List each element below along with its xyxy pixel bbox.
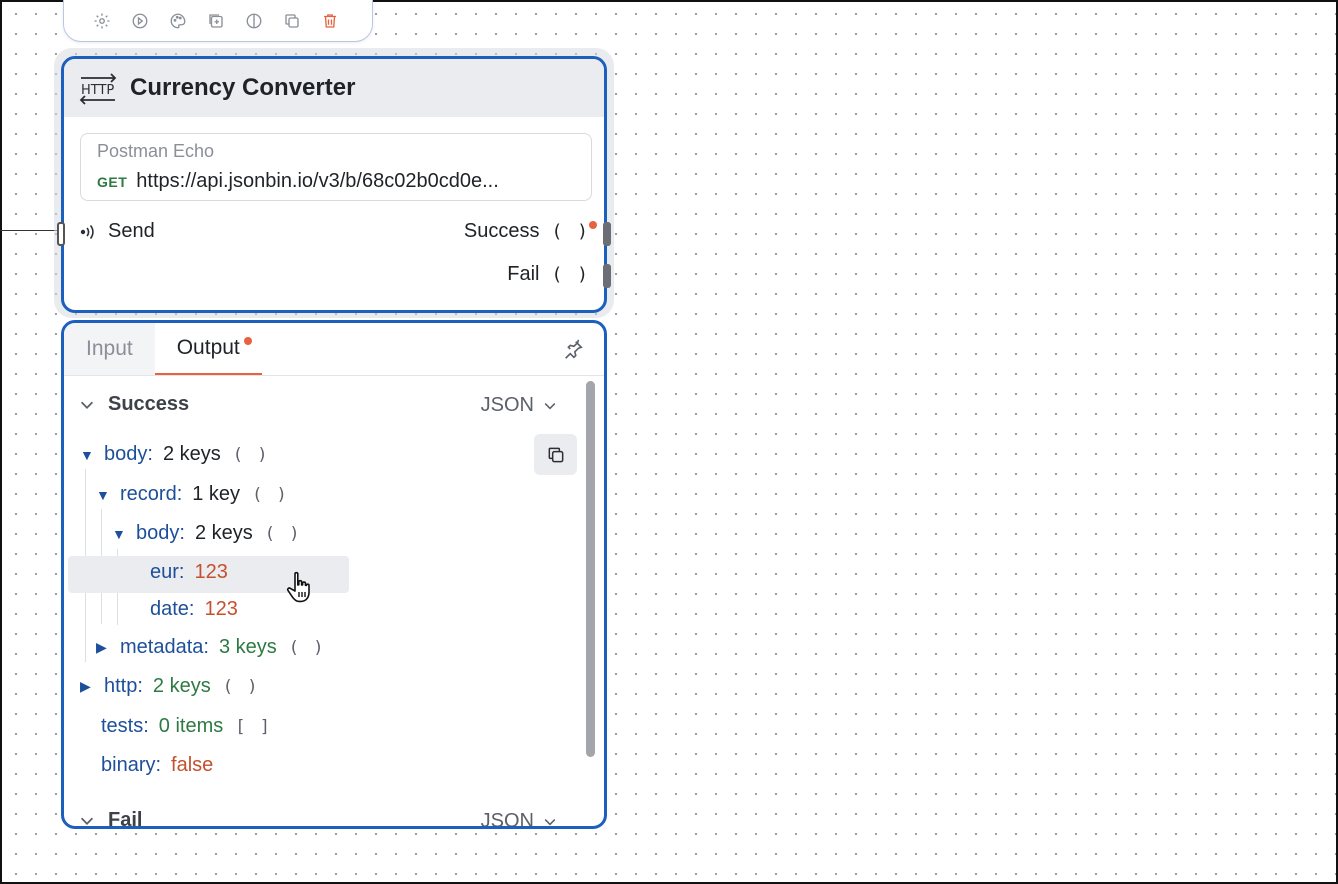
- tree-summary: 2 keys: [152, 675, 211, 697]
- fail-label: Fail: [507, 263, 540, 285]
- send-label: Send: [108, 220, 155, 242]
- play-clock-icon[interactable]: [130, 11, 150, 31]
- tree-paren: ( ): [232, 444, 270, 465]
- tree-key: metadata:: [120, 636, 209, 658]
- tree-key: http:: [104, 675, 143, 697]
- request-box[interactable]: Postman Echo GET https://api.jsonbin.io/…: [80, 133, 592, 201]
- tree-paren: ( ): [288, 637, 326, 658]
- output-panel: Input Output Success JSON ▼ body: 2 keys…: [61, 320, 607, 829]
- svg-text:HTTP: HTTP: [81, 83, 114, 98]
- expanded-triangle-icon[interactable]: ▼: [112, 526, 126, 542]
- fail-handle[interactable]: [603, 264, 611, 288]
- connection-edge[interactable]: [0, 230, 58, 231]
- panel-scrollbar[interactable]: [586, 381, 595, 757]
- tree-summary: 3 keys: [218, 636, 277, 658]
- success-notification-dot: [589, 221, 597, 229]
- request-name: Postman Echo: [97, 141, 215, 161]
- input-handle[interactable]: [57, 222, 65, 246]
- format-label: JSON: [480, 394, 534, 416]
- input-port-send: Send: [78, 220, 155, 243]
- tree-leaf-eur[interactable]: eur: 123: [150, 561, 228, 584]
- trash-icon[interactable]: [320, 11, 340, 31]
- chevron-down-icon: [544, 402, 556, 410]
- tree-summary: 1 key: [192, 483, 241, 505]
- fail-paren: ( ): [551, 264, 590, 285]
- http-icon: HTTP: [79, 73, 117, 105]
- tree-leaf-date[interactable]: date: 123: [150, 598, 238, 621]
- tree-summary: 2 keys: [162, 443, 221, 465]
- tab-output[interactable]: Output: [154, 323, 262, 375]
- pin-icon[interactable]: [562, 339, 584, 361]
- add-node-icon[interactable]: [206, 11, 226, 31]
- node-title: Currency Converter: [130, 74, 356, 101]
- signal-icon: [80, 224, 94, 239]
- chevron-down-icon: [80, 401, 94, 409]
- expanded-triangle-icon[interactable]: ▼: [96, 487, 110, 503]
- tree-value: 123: [204, 598, 238, 620]
- tree-key: date:: [150, 598, 195, 620]
- success-label: Success: [463, 220, 540, 242]
- format-label: JSON: [480, 810, 534, 829]
- duplicate-icon[interactable]: [282, 11, 302, 31]
- toggle-icon[interactable]: [244, 11, 264, 31]
- tree-key: tests:: [101, 715, 149, 737]
- output-port-success: Success ( ): [464, 220, 590, 243]
- tree-node-tests[interactable]: tests: 0 items [ ]: [101, 715, 272, 738]
- tree-node-inner-body[interactable]: ▼ body: 2 keys ( ): [112, 522, 301, 545]
- node-header[interactable]: HTTP Currency Converter: [64, 59, 604, 117]
- copy-icon: [548, 447, 563, 462]
- palette-icon[interactable]: [168, 11, 188, 31]
- node-toolbar: [63, 0, 373, 42]
- expanded-triangle-icon[interactable]: ▼: [80, 447, 94, 463]
- success-section-toggle[interactable]: Success: [78, 393, 189, 416]
- tab-input-label: Input: [86, 337, 133, 360]
- tree-summary: 2 keys: [194, 522, 253, 544]
- chevron-down-icon: [80, 817, 94, 825]
- collapsed-triangle-icon[interactable]: ▶: [96, 639, 110, 656]
- gear-icon[interactable]: [92, 11, 112, 31]
- tree-key: body:: [104, 443, 153, 465]
- success-format-select[interactable]: JSON: [481, 394, 558, 417]
- fail-format-select[interactable]: JSON: [480, 810, 558, 829]
- hand-cursor-icon: [286, 571, 310, 603]
- tree-value: 123: [194, 561, 228, 583]
- tree-paren: ( ): [264, 523, 302, 544]
- tree-node-metadata[interactable]: ▶ metadata: 3 keys ( ): [96, 636, 325, 659]
- output-notification-dot: [243, 337, 252, 345]
- fail-section-toggle[interactable]: Fail: [78, 809, 143, 829]
- chevron-down-icon: [544, 818, 556, 826]
- tree-paren: [ ]: [235, 716, 272, 737]
- tab-input[interactable]: Input: [64, 323, 155, 375]
- panel-tabs: Input Output: [64, 323, 604, 376]
- tree-leaf-binary[interactable]: binary: false: [101, 754, 213, 777]
- http-method: GET: [97, 173, 128, 190]
- http-node[interactable]: HTTP Currency Converter Postman Echo GET…: [57, 56, 611, 313]
- collapsed-triangle-icon[interactable]: ▶: [80, 678, 94, 695]
- copy-button[interactable]: [534, 434, 577, 475]
- tree-node-record[interactable]: ▼ record: 1 key ( ): [96, 483, 289, 506]
- tree-value: false: [171, 754, 214, 776]
- fail-section-title: Fail: [108, 809, 143, 829]
- request-url: https://api.jsonbin.io/v3/b/68c02b0cd0e.…: [136, 170, 499, 192]
- tab-output-label: Output: [176, 336, 240, 359]
- tree-paren: ( ): [252, 484, 289, 505]
- success-section-title: Success: [108, 393, 190, 415]
- tree-key: body:: [136, 522, 185, 544]
- tree-key: binary:: [101, 754, 162, 776]
- tree-summary: 0 items: [158, 715, 224, 737]
- tree-key: eur:: [150, 561, 185, 583]
- success-handle[interactable]: [603, 222, 611, 246]
- tree-key: record:: [120, 483, 183, 505]
- tree-paren: ( ): [222, 676, 260, 697]
- tree-node-body[interactable]: ▼ body: 2 keys ( ): [80, 443, 269, 466]
- output-port-fail: Fail ( ): [507, 263, 590, 286]
- tree-node-http[interactable]: ▶ http: 2 keys ( ): [80, 675, 259, 698]
- success-paren: ( ): [551, 221, 590, 242]
